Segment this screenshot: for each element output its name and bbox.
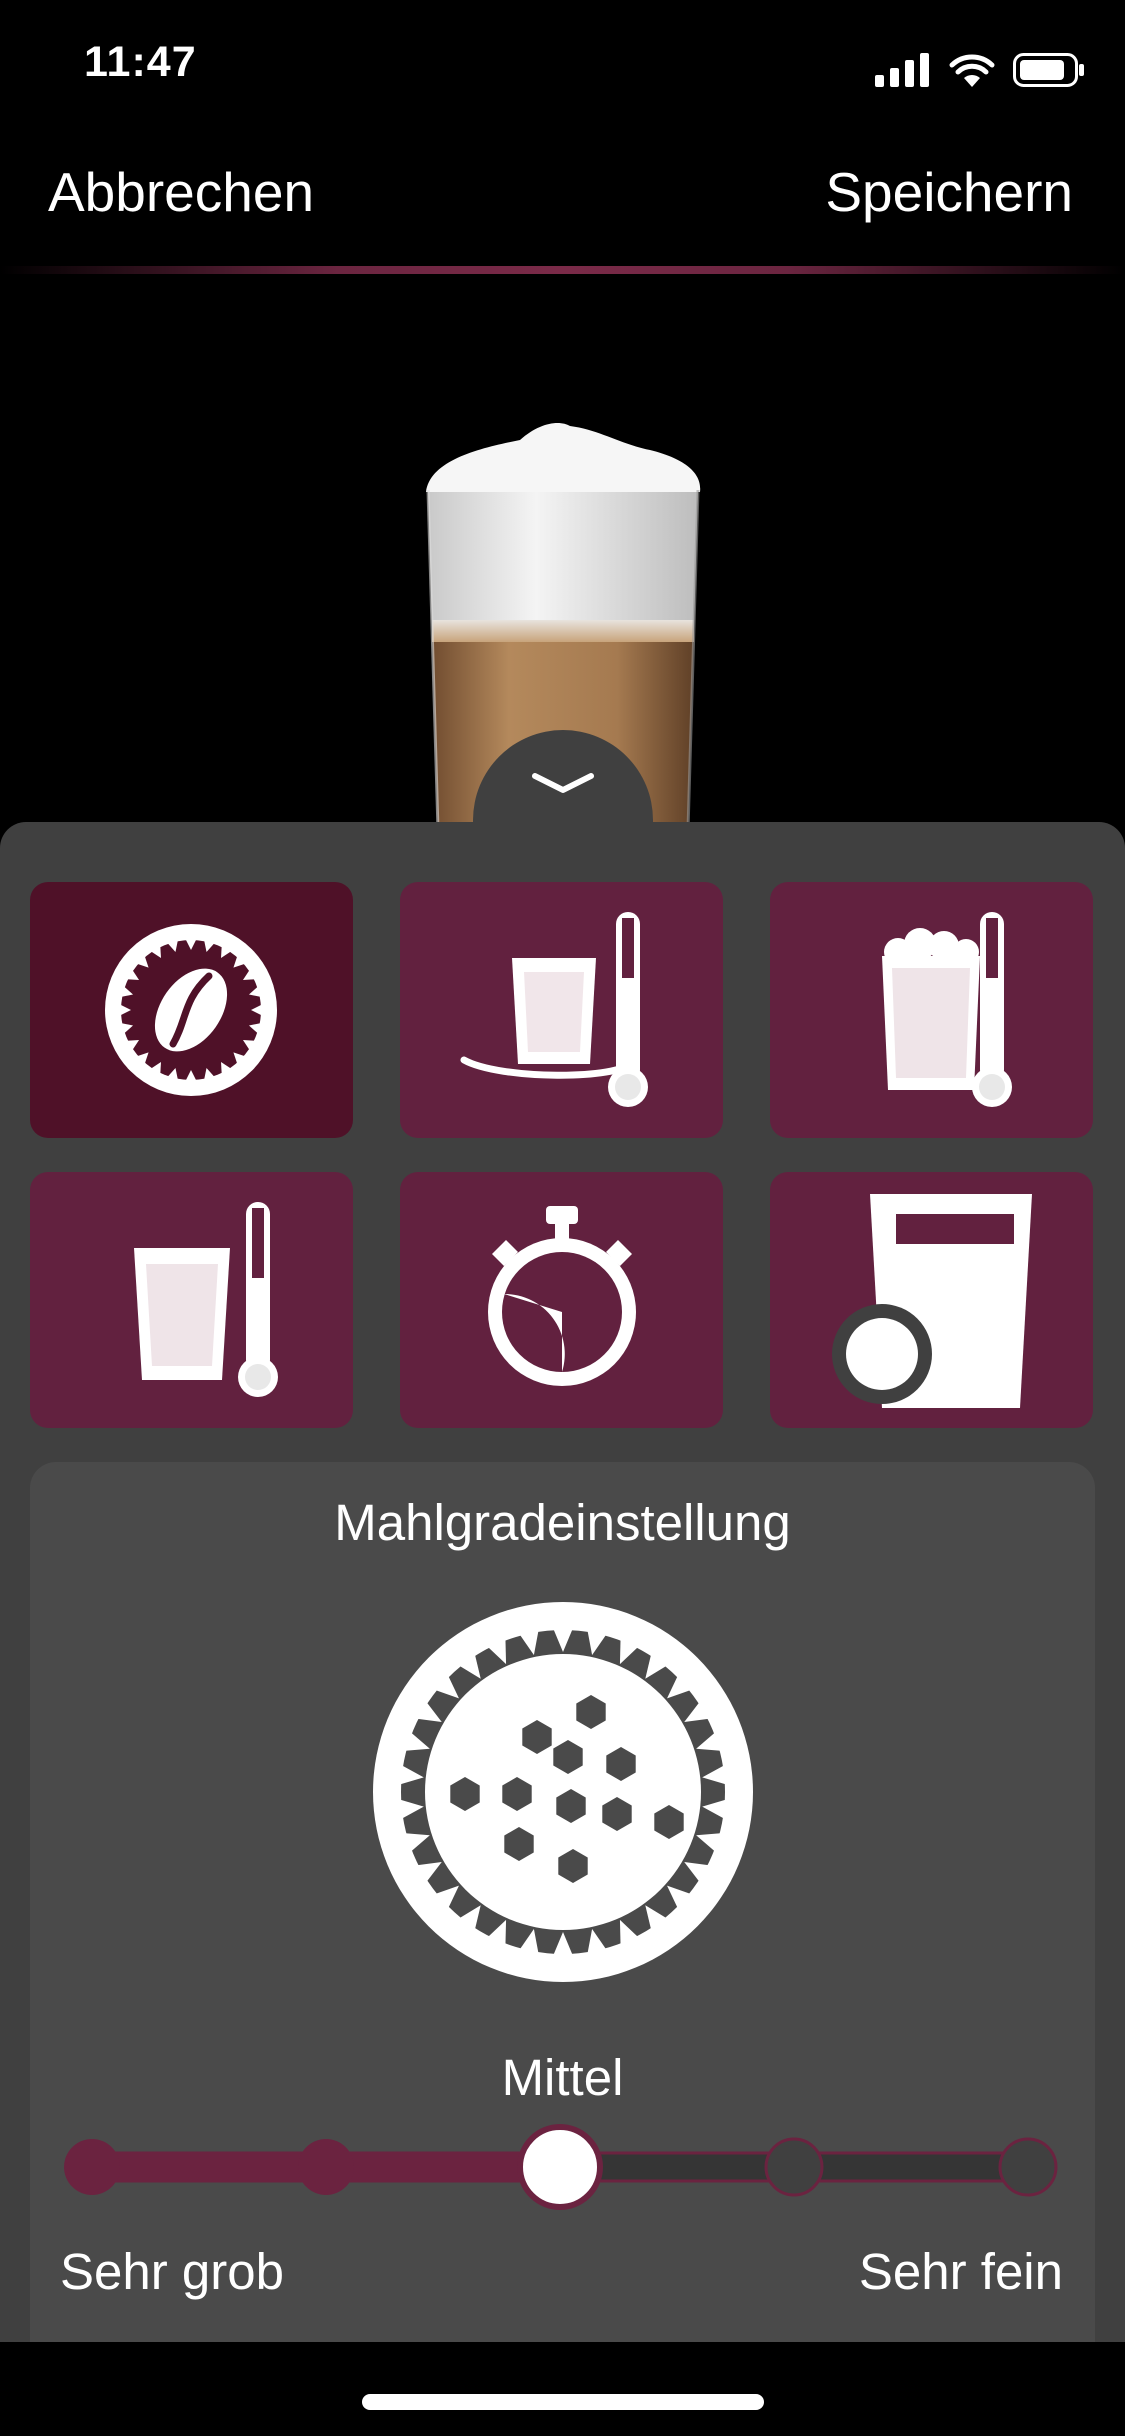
slider-step — [298, 2139, 354, 2195]
cup-size-icon — [832, 1194, 1032, 1408]
status-icons — [875, 48, 1085, 92]
tile-milk-foam-temperature[interactable] — [770, 882, 1093, 1138]
grinder-grind-icon — [373, 1602, 753, 1982]
slider-min-label: Sehr grob — [60, 2243, 284, 2300]
bottom-safe-area — [0, 2342, 1125, 2436]
tile-cup-warmer-temperature[interactable] — [400, 882, 723, 1138]
slider-step — [64, 2139, 120, 2195]
slider-step — [764, 2137, 824, 2197]
milk-foam-temperature-icon — [882, 912, 1012, 1107]
cancel-button[interactable]: Abbrechen — [48, 160, 314, 224]
slider-max-label: Sehr fein — [858, 2243, 1063, 2300]
cup-warmer-temperature-icon — [460, 912, 648, 1107]
tile-timer[interactable] — [400, 1172, 723, 1428]
grind-level-label: Mittel — [501, 2049, 624, 2106]
cellular-signal-icon — [875, 53, 929, 87]
tile-grind-setting[interactable] — [30, 882, 353, 1138]
slider-thumb — [517, 2124, 603, 2210]
tile-cup-size[interactable] — [770, 1172, 1093, 1428]
stopwatch-icon — [488, 1206, 636, 1386]
battery-icon — [1013, 53, 1084, 87]
tile-coffee-temperature[interactable] — [30, 1172, 353, 1428]
grind-level-slider[interactable] — [40, 2120, 1090, 2220]
status-bar: 11:47 — [0, 0, 1125, 132]
home-indicator[interactable] — [362, 2394, 764, 2410]
header-divider — [0, 266, 1125, 274]
save-button[interactable]: Speichern — [825, 160, 1073, 224]
wifi-icon — [949, 54, 995, 87]
screen: 11:47 Abbrechen Speichern Mahlgradeinste… — [0, 0, 1125, 2436]
slider-step — [998, 2137, 1058, 2197]
coffee-temperature-icon — [134, 1202, 278, 1397]
grinder-bean-icon — [105, 924, 277, 1096]
detail-title: Mahlgradeinstellung — [334, 1494, 791, 1551]
status-time: 11:47 — [84, 38, 197, 86]
